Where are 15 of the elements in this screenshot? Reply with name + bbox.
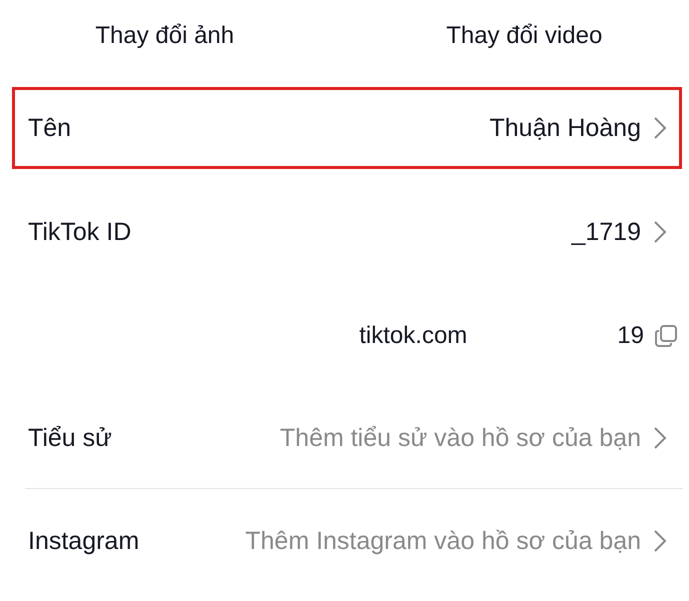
profile-url: tiktok.com xyxy=(359,322,468,350)
field-value[interactable]: Thuận Hoàng xyxy=(489,114,641,142)
chevron-right-icon[interactable] xyxy=(653,426,667,450)
field-label: TikTok ID xyxy=(28,218,132,246)
chevron-right-icon[interactable] xyxy=(653,220,667,244)
field-value[interactable]: _1719 xyxy=(571,218,641,246)
chevron-right-icon[interactable] xyxy=(653,116,667,140)
field-label: Tên xyxy=(28,114,72,142)
field-label: Tiểu sử xyxy=(28,424,112,452)
media-change-link[interactable]: Thay đổi ảnh xyxy=(0,22,360,54)
media-change-link[interactable]: Thay đổi video xyxy=(360,22,689,54)
field-label: Instagram xyxy=(28,526,140,556)
profile-url-end: 19 xyxy=(617,322,644,350)
chevron-right-icon[interactable] xyxy=(653,529,667,553)
copy-icon[interactable] xyxy=(654,324,678,348)
